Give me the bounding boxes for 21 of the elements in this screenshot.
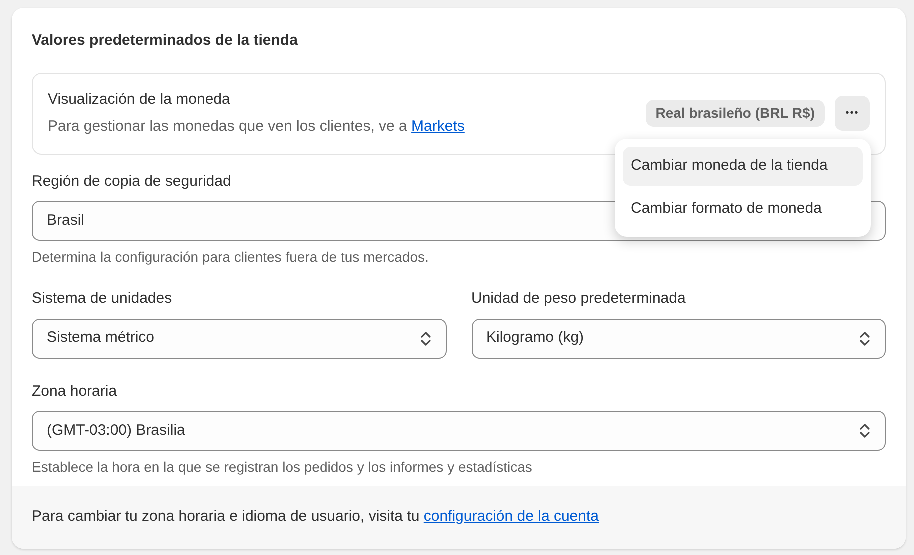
currency-description: Para gestionar las monedas que ven los clientes, ve a Markets: [48, 116, 465, 136]
select-field[interactable]: Kilogramo (kg): [472, 318, 886, 358]
card-title: Valores predeterminados de la tienda: [32, 31, 299, 51]
account-settings-link[interactable]: configuración de la cuenta: [424, 508, 599, 526]
currency-title: Visualización de la moneda: [48, 90, 232, 110]
field-label: Sistema de unidades: [32, 289, 174, 309]
markets-link[interactable]: Markets: [412, 118, 465, 134]
help-text: Establece la hora en la que se registran los pedidos y los informes y estadísticas: [32, 458, 534, 477]
menu-item[interactable]: Cambiar moneda de la tienda: [623, 147, 863, 186]
chevron-up-down-icon: [859, 330, 871, 346]
more-button[interactable]: •••: [835, 96, 870, 131]
footer-text: Para cambiar tu zona horaria e idioma de usuario, visita tu configuración de la cuenta: [32, 507, 599, 528]
select-field[interactable]: (GMT-03:00) Brasilia: [32, 411, 886, 451]
select-field[interactable]: Sistema métrico: [32, 318, 446, 358]
field-label: Unidad de peso predeterminada: [472, 289, 687, 309]
chevron-up-down-icon: [420, 330, 432, 346]
chevron-up-down-icon: [859, 423, 871, 439]
field-label: Zona horaria: [32, 382, 118, 402]
help-text: Determina la configuración para clientes fuera de tus mercados.: [32, 248, 430, 267]
field-label: Región de copia de seguridad: [32, 172, 232, 192]
currency-badge: Real brasileño (BRL R$): [646, 100, 825, 127]
